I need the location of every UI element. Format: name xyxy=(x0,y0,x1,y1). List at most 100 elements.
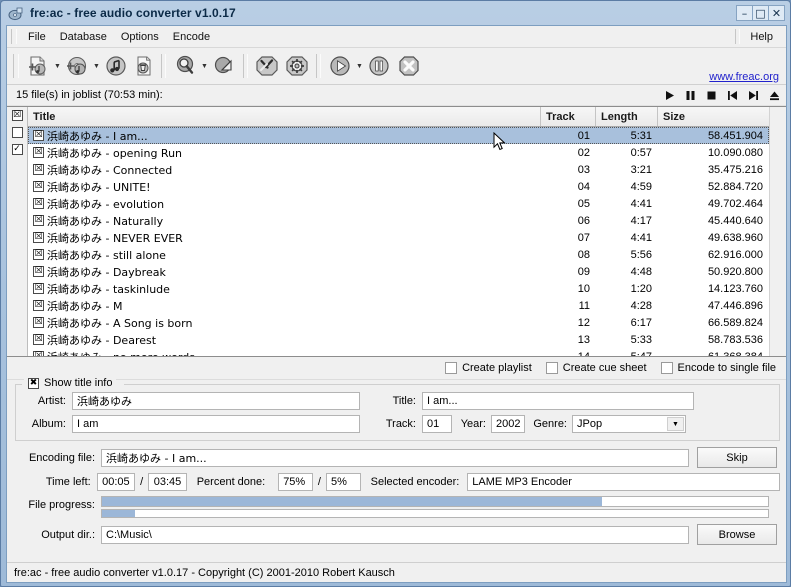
encode-single-file-checkbox[interactable] xyxy=(661,362,673,374)
table-row[interactable]: ☒浜崎あゆみ - Naturally064:1745.440.640 xyxy=(28,212,769,229)
row-checkbox[interactable]: ☒ xyxy=(33,317,44,328)
stop-encoding-icon[interactable] xyxy=(394,51,424,81)
play-audio-icon[interactable] xyxy=(101,51,131,81)
joblist-scrollbar[interactable] xyxy=(769,107,786,356)
row-track-cell: 12 xyxy=(541,317,596,329)
menu-item-database[interactable]: Database xyxy=(53,29,114,45)
status-bar: fre:ac - free audio converter v1.0.17 - … xyxy=(7,562,786,582)
query-cddb-icon[interactable] xyxy=(170,51,200,81)
create-cue-sheet-checkbox[interactable] xyxy=(546,362,558,374)
add-file-icon[interactable] xyxy=(23,51,53,81)
chevron-down-icon[interactable]: ▼ xyxy=(667,417,684,431)
gutter-checkbox-checked[interactable]: ✓ xyxy=(12,144,23,155)
encode-single-file-option[interactable]: Encode to single file xyxy=(661,362,776,374)
pause-icon[interactable] xyxy=(684,89,696,101)
table-row[interactable]: ☒浜崎あゆみ - UNITE!044:5952.884.720 xyxy=(28,178,769,195)
row-length-cell: 5:31 xyxy=(596,130,658,142)
freac-website-link[interactable]: www.freac.org xyxy=(709,71,779,83)
row-title-text: 浜崎あゆみ - Connected xyxy=(47,162,172,178)
table-row[interactable]: ☒浜崎あゆみ - Daybreak094:4850.920.800 xyxy=(28,263,769,280)
create-playlist-option[interactable]: Create playlist xyxy=(445,362,532,374)
gutter-cell[interactable]: ✓ xyxy=(7,141,27,158)
output-dir-field[interactable]: C:\Music\ xyxy=(101,526,689,544)
start-encoding-icon[interactable] xyxy=(325,51,355,81)
title-field[interactable]: I am... xyxy=(422,392,694,410)
minimize-button[interactable]: – xyxy=(736,5,752,21)
browse-button[interactable]: Browse xyxy=(697,524,777,545)
table-row[interactable]: ☒浜崎あゆみ - M114:2847.446.896 xyxy=(28,297,769,314)
year-field[interactable]: 2002 xyxy=(491,415,525,433)
next-icon[interactable] xyxy=(747,89,759,101)
table-row[interactable]: ☒浜崎あゆみ - I am...015:3158.451.904 xyxy=(28,127,769,144)
create-playlist-checkbox[interactable] xyxy=(445,362,457,374)
row-length-cell: 0:57 xyxy=(596,147,658,159)
row-checkbox[interactable]: ☒ xyxy=(33,232,44,243)
show-title-info-checkbox[interactable]: ✖ xyxy=(28,378,39,389)
file-progress-row: File progress: xyxy=(15,496,780,518)
row-checkbox[interactable]: ☒ xyxy=(33,198,44,209)
gutter-cell[interactable] xyxy=(7,124,27,141)
table-row[interactable]: ☒浜崎あゆみ - opening Run020:5710.090.080 xyxy=(28,144,769,161)
eject-icon[interactable] xyxy=(768,89,780,101)
menu-grip[interactable] xyxy=(11,29,17,44)
artist-field[interactable]: 浜崎あゆみ xyxy=(72,392,360,410)
start-encoding-dropdown-arrow[interactable]: ▼ xyxy=(355,51,364,81)
row-checkbox[interactable]: ☒ xyxy=(33,181,44,192)
column-header-track[interactable]: Track xyxy=(541,107,596,126)
row-checkbox[interactable]: ☒ xyxy=(33,266,44,277)
encoding-status-row: Time left: 00:05 / 03:45 Percent done: 7… xyxy=(15,473,780,491)
add-file-dropdown-arrow[interactable]: ▼ xyxy=(53,51,62,81)
column-header-size[interactable]: Size xyxy=(658,107,769,126)
row-checkbox[interactable]: ☒ xyxy=(33,164,44,175)
show-title-info-toggle[interactable]: ✖ Show title info xyxy=(24,377,116,389)
menu-item-file[interactable]: File xyxy=(21,29,53,45)
previous-icon[interactable] xyxy=(726,89,738,101)
create-cue-sheet-option[interactable]: Create cue sheet xyxy=(546,362,647,374)
menu-item-help[interactable]: Help xyxy=(743,29,780,45)
row-checkbox[interactable]: ☒ xyxy=(33,147,44,158)
column-header-length[interactable]: Length xyxy=(596,107,658,126)
row-checkbox[interactable]: ☒ xyxy=(33,215,44,226)
table-row[interactable]: ☒浜崎あゆみ - still alone085:5662.916.000 xyxy=(28,246,769,263)
menu-item-options[interactable]: Options xyxy=(114,29,166,45)
row-checkbox[interactable]: ☒ xyxy=(33,300,44,311)
row-checkbox[interactable]: ☒ xyxy=(33,283,44,294)
close-button[interactable]: ✕ xyxy=(768,5,785,21)
gutter-header-checkbox-cell[interactable]: ☒ xyxy=(7,107,27,124)
maximize-button[interactable]: □ xyxy=(752,5,768,21)
pause-encoding-icon[interactable] xyxy=(364,51,394,81)
table-row[interactable]: ☒浜崎あゆみ - NEVER EVER074:4149.638.960 xyxy=(28,229,769,246)
joblist[interactable]: ☒ ✓ Title Track Length Size xyxy=(7,106,786,357)
row-checkbox[interactable]: ☒ xyxy=(33,249,44,260)
table-row[interactable]: ☒浜崎あゆみ - A Song is born126:1766.589.824 xyxy=(28,314,769,331)
row-checkbox[interactable]: ☒ xyxy=(33,130,44,141)
gutter-checkbox-empty[interactable] xyxy=(12,127,23,138)
genre-value: JPop xyxy=(577,418,602,430)
select-all-checkbox[interactable]: ☒ xyxy=(12,110,23,121)
genre-select[interactable]: JPop ▼ xyxy=(572,415,686,433)
configure-encoder-icon[interactable] xyxy=(282,51,312,81)
title-bar[interactable]: fre:ac - free audio converter v1.0.17 – … xyxy=(6,5,786,24)
query-cddb-dropdown-arrow[interactable]: ▼ xyxy=(200,51,209,81)
settings-tools-icon[interactable] xyxy=(252,51,282,81)
table-row[interactable]: ☒浜崎あゆみ - evolution054:4149.702.464 xyxy=(28,195,769,212)
add-cd-track-icon[interactable] xyxy=(62,51,92,81)
toolbar-grip[interactable] xyxy=(13,54,19,78)
track-field[interactable]: 01 xyxy=(422,415,452,433)
column-header-title[interactable]: Title xyxy=(28,107,541,126)
table-row[interactable]: ☒浜崎あゆみ - Dearest135:3358.783.536 xyxy=(28,331,769,348)
group-border-top xyxy=(16,384,779,385)
table-row[interactable]: ☒浜崎あゆみ - Connected033:2135.475.216 xyxy=(28,161,769,178)
table-row[interactable]: ☒浜崎あゆみ - no more words145:4761.368.384 xyxy=(28,348,769,356)
row-checkbox[interactable]: ☒ xyxy=(33,334,44,345)
add-cd-track-dropdown-arrow[interactable]: ▼ xyxy=(92,51,101,81)
stop-icon[interactable] xyxy=(705,89,717,101)
menu-item-encode[interactable]: Encode xyxy=(166,29,217,45)
table-row[interactable]: ☒浜崎あゆみ - taskinlude101:2014.123.760 xyxy=(28,280,769,297)
remove-file-icon[interactable] xyxy=(131,51,157,81)
play-icon[interactable] xyxy=(663,89,675,101)
album-field[interactable]: I am xyxy=(72,415,360,433)
row-checkbox[interactable]: ☒ xyxy=(33,351,44,356)
skip-button[interactable]: Skip xyxy=(697,447,777,468)
submit-cddb-icon[interactable] xyxy=(209,51,239,81)
